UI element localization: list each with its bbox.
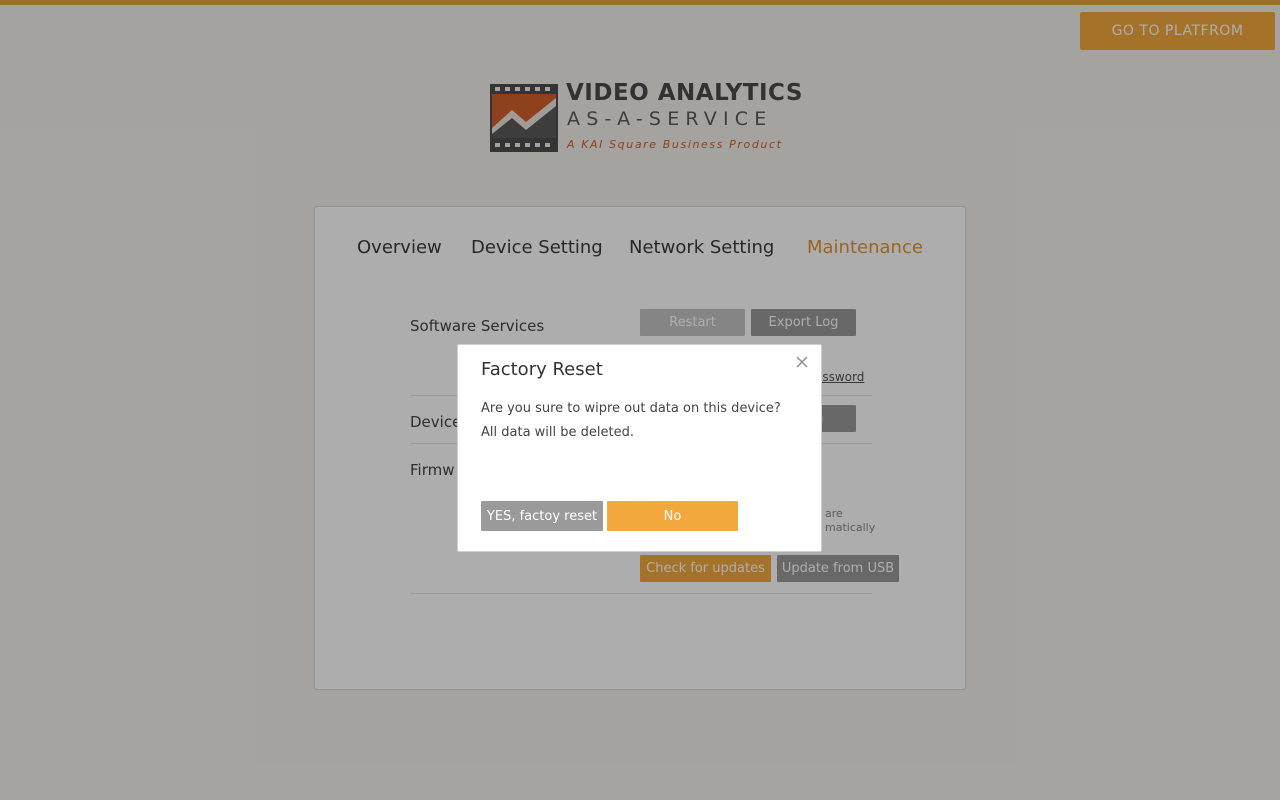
yes-factory-reset-button[interactable]: YES, factoy reset [481, 501, 603, 531]
dialog-message-line1: Are you sure to wipre out data on this d… [481, 401, 781, 416]
dialog-message-line2: All data will be deleted. [481, 425, 634, 440]
dialog-title: Factory Reset [481, 359, 603, 380]
factory-reset-dialog: Factory Reset Are you sure to wipre out … [457, 344, 822, 552]
no-button[interactable]: No [607, 501, 738, 531]
close-icon[interactable] [794, 354, 810, 370]
